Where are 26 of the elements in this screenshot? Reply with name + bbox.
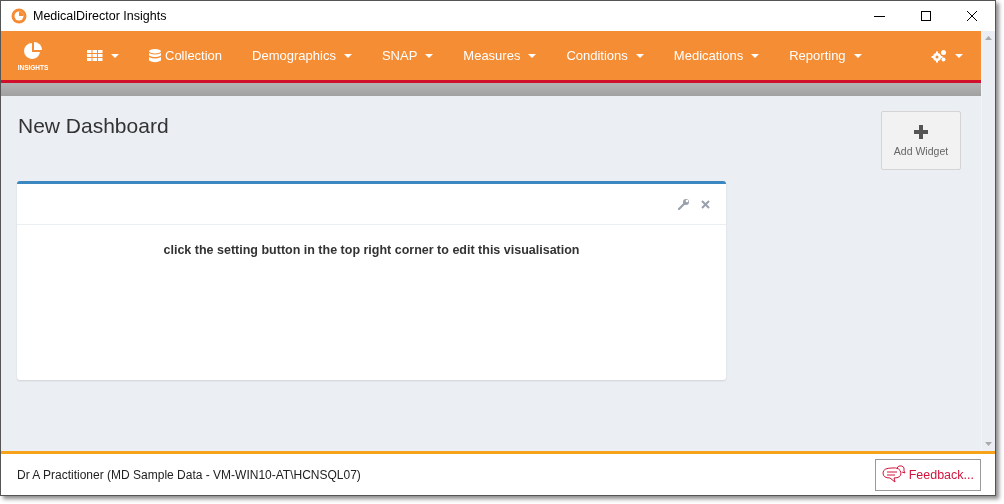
close-icon[interactable] (701, 199, 710, 209)
app-logo-icon (11, 8, 27, 24)
dashboard-title: New Dashboard (18, 114, 169, 138)
database-icon (149, 48, 161, 63)
status-text: Dr A Practitioner (MD Sample Data - VM-WIN10-AT\HCNSQL07) (17, 467, 361, 482)
nav-menu[interactable]: Reporting (774, 31, 877, 80)
nav-menu[interactable]: SNAP (366, 31, 449, 80)
add-widget-button[interactable]: Add Widget (881, 111, 961, 170)
nav-menu[interactable]: Demographics (237, 31, 367, 80)
nav-link[interactable]: Collection (134, 31, 238, 80)
nav-menu[interactable]: Conditions (551, 31, 659, 80)
wrench-icon[interactable] (678, 198, 689, 210)
feedback-button[interactable]: Feedback... (874, 458, 981, 491)
window-title: MedicalDirector Insights (33, 9, 167, 23)
speech-bubbles-icon (879, 464, 906, 485)
scroll-down-icon[interactable] (985, 442, 992, 446)
maximize-icon (920, 10, 932, 22)
nav-menu[interactable]: Medications (658, 31, 775, 80)
gears-icon (931, 48, 947, 63)
close-icon (966, 10, 978, 22)
scroll-up-icon[interactable] (985, 36, 992, 40)
grid-icon (87, 50, 103, 61)
nav-menu[interactable]: Measures (448, 31, 552, 80)
scrollbar[interactable] (981, 31, 995, 451)
widget-message: click the setting button in the top right corner to edit this visualisation (162, 243, 581, 257)
plus-icon (914, 124, 928, 139)
